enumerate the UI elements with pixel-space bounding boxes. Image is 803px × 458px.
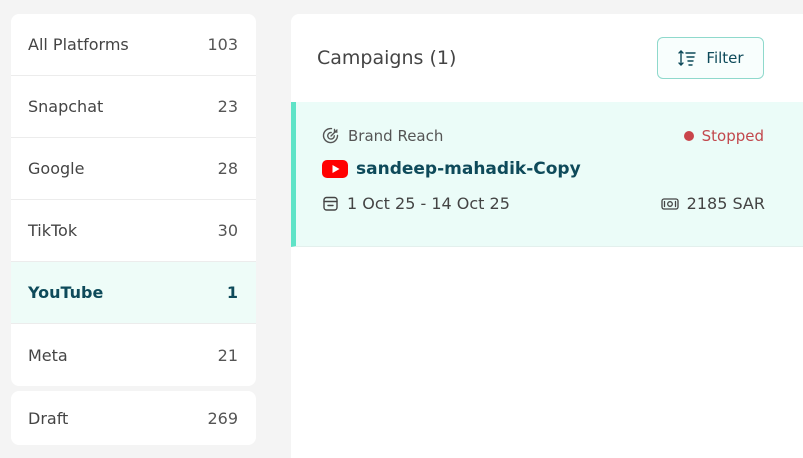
status-label: Stopped (701, 127, 764, 145)
filter-button[interactable]: Filter (657, 37, 764, 79)
campaign-objective: Brand Reach (322, 127, 443, 145)
campaign-name: sandeep-mahadik-Copy (356, 159, 581, 179)
sidebar-item-all-platforms[interactable]: All Platforms 103 (11, 14, 256, 76)
sidebar-item-label: Draft (28, 408, 69, 428)
sidebar-item-count: 23 (217, 97, 238, 116)
draft-card: Draft 269 (11, 391, 256, 445)
sidebar-item-google[interactable]: Google 28 (11, 138, 256, 200)
sidebar-item-label: Google (28, 159, 85, 178)
sidebar-item-count: 269 (207, 408, 238, 428)
campaign-objective-label: Brand Reach (348, 127, 444, 145)
sidebar-item-count: 103 (207, 35, 238, 54)
youtube-icon (322, 160, 348, 178)
sidebar-item-youtube[interactable]: YouTube 1 (11, 262, 256, 324)
status-dot-icon (683, 131, 694, 141)
sidebar-item-count: 21 (217, 345, 238, 365)
filter-sort-icon (678, 50, 697, 66)
sidebar-item-label: TikTok (28, 221, 78, 240)
campaigns-header: Campaigns (1) Filter (291, 14, 803, 102)
money-icon (661, 197, 679, 210)
sidebar-item-draft[interactable]: Draft 269 (11, 391, 256, 445)
campaign-card[interactable]: Brand Reach Stopped sandeep-mahadik-Copy… (291, 102, 803, 247)
sidebar-item-label: All Platforms (28, 35, 129, 54)
sidebar-item-label: Snapchat (28, 97, 104, 116)
sidebar-item-snapchat[interactable]: Snapchat 23 (11, 76, 256, 138)
page-title: Campaigns (1) (317, 47, 457, 69)
sidebar-item-label: Meta (28, 345, 68, 365)
campaign-meta-row: 1 Oct 25 - 14 Oct 25 2185 SAR (322, 194, 765, 213)
campaign-budget-value: 2185 SAR (686, 194, 765, 213)
sidebar-item-count: 30 (217, 221, 238, 240)
platform-sidebar: All Platforms 103 Snapchat 23 Google 28 … (11, 14, 256, 445)
status-badge: Stopped (683, 127, 764, 145)
campaign-card-top-row: Brand Reach Stopped (322, 127, 764, 145)
calendar-icon (323, 196, 338, 211)
campaign-title-row: sandeep-mahadik-Copy (322, 159, 581, 179)
sidebar-item-count: 1 (226, 283, 238, 302)
campaign-date-range: 1 Oct 25 - 14 Oct 25 (347, 194, 510, 213)
campaigns-panel: Campaigns (1) Filter Brand Reach Stopped (291, 14, 803, 458)
platform-list: All Platforms 103 Snapchat 23 Google 28 … (11, 14, 256, 386)
sidebar-item-tiktok[interactable]: TikTok 30 (11, 200, 256, 262)
sidebar-item-label: YouTube (28, 283, 104, 302)
campaign-budget: 2185 SAR (661, 194, 765, 213)
target-icon (322, 127, 339, 144)
campaign-date: 1 Oct 25 - 14 Oct 25 (322, 194, 510, 213)
sidebar-item-meta[interactable]: Meta 21 (11, 324, 256, 386)
sidebar-item-count: 28 (217, 159, 238, 178)
filter-button-label: Filter (706, 49, 744, 67)
